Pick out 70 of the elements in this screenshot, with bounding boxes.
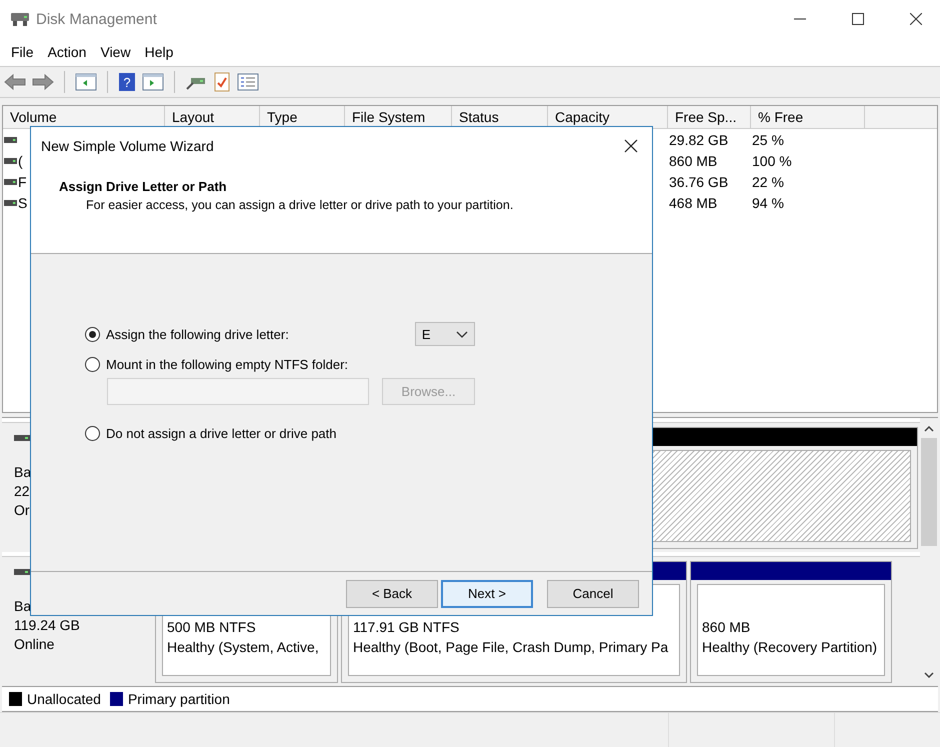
checked-document-icon[interactable] xyxy=(213,72,231,92)
column-header[interactable]: Capacity xyxy=(548,106,668,128)
table-cell-text: 22 % xyxy=(751,174,785,190)
back-arrow-icon[interactable] xyxy=(4,73,26,91)
radio-button[interactable] xyxy=(85,326,100,342)
wizard-button[interactable]: Cancel xyxy=(547,580,639,608)
partition-status: Healthy (System, Active, xyxy=(167,639,320,655)
drive-icon xyxy=(4,200,17,206)
partition-size: 500 MB NTFS xyxy=(167,619,257,635)
panel-icon[interactable] xyxy=(142,73,164,91)
radio-button[interactable] xyxy=(85,426,100,440)
wizard-button[interactable]: Next > xyxy=(441,580,533,608)
menu-item[interactable]: View xyxy=(93,44,138,60)
table-cell-text: 29.82 GB xyxy=(668,132,730,148)
disk-label: Online xyxy=(14,636,56,652)
panel-icon[interactable] xyxy=(75,73,97,91)
scroll-down-icon[interactable] xyxy=(924,672,934,678)
column-header[interactable]: Status xyxy=(452,106,548,128)
menu-item[interactable]: Help xyxy=(138,44,180,60)
checklist-icon[interactable] xyxy=(237,73,259,91)
disk-label: Or xyxy=(14,502,31,518)
close-icon[interactable] xyxy=(910,13,922,25)
partition-status: Healthy (Recovery Partition) xyxy=(702,639,878,655)
table-cell: ( xyxy=(18,152,23,168)
disk-label: Ba xyxy=(14,598,32,614)
column-header[interactable]: Type xyxy=(260,106,345,128)
drive-icon xyxy=(4,178,17,184)
partition-block[interactable]: 860 MB Healthy (Recovery Partition) xyxy=(690,561,892,683)
menu-item[interactable]: Action xyxy=(40,44,94,60)
dialog-title: New Simple Volume Wizard xyxy=(41,138,214,154)
table-cell-text: 860 MB xyxy=(668,152,718,168)
table-cell-text: 468 MB xyxy=(668,194,718,210)
column-header[interactable]: Free Sp... xyxy=(668,106,751,128)
disk-label: 22 xyxy=(14,483,31,499)
disk-drive-icon xyxy=(10,11,30,27)
scroll-up-icon[interactable] xyxy=(924,426,934,432)
close-icon[interactable] xyxy=(624,139,638,153)
window-title: Disk Management xyxy=(36,10,157,28)
table-cell-text: 100 % xyxy=(751,152,793,168)
table-cell-text: 94 % xyxy=(751,194,785,210)
wizard-button[interactable]: < Back xyxy=(346,580,438,608)
column-header[interactable]: Layout xyxy=(165,106,260,128)
drive-icon xyxy=(14,569,30,575)
menu-item[interactable]: File xyxy=(4,44,41,60)
drive-icon xyxy=(4,136,17,142)
page-heading: Assign Drive Letter or Path xyxy=(59,179,228,194)
drive-letter-dropdown[interactable]: E xyxy=(414,322,475,346)
maximize-icon[interactable] xyxy=(852,13,864,25)
table-cell-text: 36.76 GB xyxy=(668,174,730,190)
table-cell: F xyxy=(18,174,27,190)
chevron-down-icon xyxy=(456,330,468,338)
help-icon[interactable]: ? xyxy=(118,72,136,92)
partition-size: 860 MB xyxy=(702,619,752,635)
forward-arrow-icon[interactable] xyxy=(32,73,54,91)
drive-icon xyxy=(4,158,17,164)
radio-label[interactable]: Do not assign a drive letter or drive path xyxy=(106,426,337,440)
table-cell-text: 25 % xyxy=(751,132,785,148)
column-header[interactable]: % Free xyxy=(751,106,865,128)
table-cell: S xyxy=(18,194,28,210)
disk-label: 119.24 GB xyxy=(14,617,81,633)
column-header[interactable]: File System xyxy=(345,106,452,128)
drive-icon xyxy=(14,435,30,441)
page-description: For easier access, you can assign a drive letter or drive path to your partition. xyxy=(85,198,514,212)
partition-status: Healthy (Boot, Page File, Crash Dump, Primary Pa xyxy=(353,639,670,655)
partition-size: 117.91 GB NTFS xyxy=(353,619,460,635)
disk-label: Ba xyxy=(14,464,32,480)
legend-label: Primary partition xyxy=(128,691,230,707)
column-header[interactable]: Volume xyxy=(3,106,165,128)
legend-label: Unallocated xyxy=(27,691,101,707)
radio-label[interactable]: Assign the following drive letter: xyxy=(106,326,289,342)
